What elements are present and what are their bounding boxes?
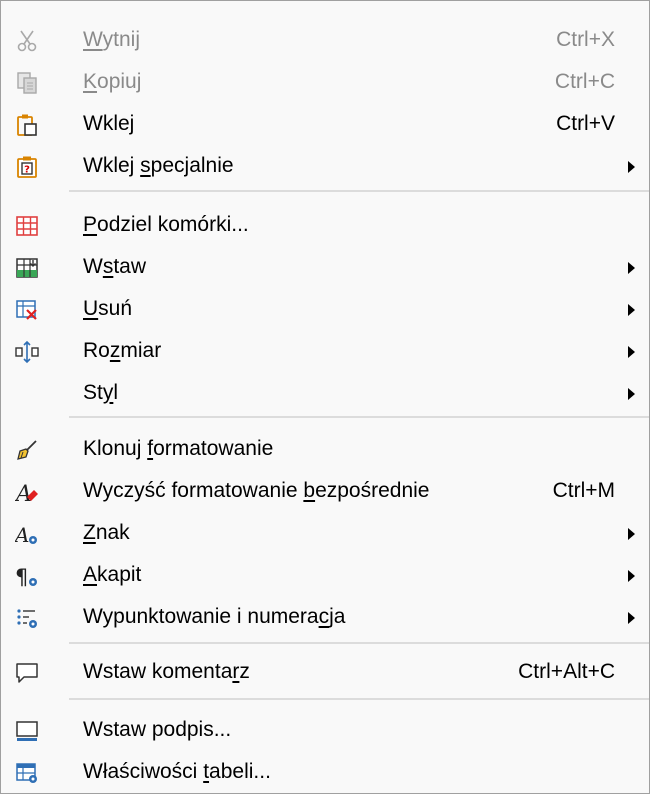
submenu-arrow-icon [628,161,635,173]
menu-item-table-properties[interactable]: Właściwości tabeli... [1,751,649,793]
menu-item-bullets-numbering[interactable]: Wypunktowanie i numeracja [1,596,649,638]
submenu-arrow-icon [628,528,635,540]
menu-item-insert[interactable]: Wstaw [1,246,649,288]
shortcut-text: Ctrl+Alt+C [518,660,615,683]
menu-item-label: Akapit [83,563,142,586]
menu-item-label: Kopiuj [83,70,142,93]
menu-item-cut[interactable]: Wytnij Ctrl+X [1,19,649,61]
menu-item-label: Rozmiar [83,339,162,362]
menu-item-clear-direct-formatting[interactable]: A Wyczyść formatowanie bezpośrednie Ctrl… [1,470,649,512]
svg-text:?: ? [24,165,30,176]
menu-item-label: Klonuj formatowanie [83,437,274,460]
menu-item-insert-comment[interactable]: Wstaw komentarz Ctrl+Alt+C [1,651,649,693]
svg-text:A: A [15,482,32,504]
comment-icon [16,663,38,683]
menu-item-size[interactable]: Rozmiar [1,330,649,372]
menu-item-label: Wyczyść formatowanie bezpośrednie [83,479,430,502]
menu-item-insert-caption[interactable]: Wstaw podpis... [1,709,649,751]
paintbrush-icon [17,440,37,460]
svg-text:A: A [15,523,29,546]
insert-table-icon [16,258,38,278]
menu-item-label: Wstaw podpis... [83,718,232,741]
menu-item-paste-special[interactable]: ? Wklej specjalnie [1,145,649,187]
table-properties-icon [16,763,37,783]
menu-item-delete[interactable]: Usuń [1,288,649,330]
menu-item-copy[interactable]: Kopiuj Ctrl+C [1,61,649,103]
shortcut-text: Ctrl+V [556,112,615,135]
menu-item-label: Wklej [83,112,135,135]
menu-item-label: Znak [83,521,130,544]
copy-icon [17,72,37,94]
submenu-arrow-icon [628,346,635,358]
caption-icon [16,721,38,741]
menu-item-label: Podziel komórki... [83,213,249,236]
menu-item-paragraph[interactable]: ¶ Akapit [1,554,649,596]
menu-item-clone-formatting[interactable]: Klonuj formatowanie [1,428,649,470]
shortcut-text: Ctrl+X [556,28,615,51]
menu-item-label: Wytnij [83,28,140,51]
paragraph-icon: ¶ [15,565,37,588]
shortcut-text: Ctrl+C [554,70,615,93]
menu-item-label: Wypunktowanie i numeracja [83,605,346,628]
submenu-arrow-icon [628,570,635,582]
split-cells-icon [16,216,38,236]
submenu-arrow-icon [628,262,635,274]
delete-table-icon [16,300,37,320]
menu-separator [69,190,649,192]
paste-special-icon: ? [17,156,37,178]
clear-formatting-icon: A [15,482,38,504]
submenu-arrow-icon [628,612,635,624]
menu-item-label: Wstaw [83,255,147,278]
menu-separator [69,416,649,418]
menu-separator [69,642,649,644]
paste-icon [17,114,37,136]
menu-item-paste[interactable]: Wklej Ctrl+V [1,103,649,145]
bullets-numbering-icon [17,609,37,628]
context-menu: Wytnij Ctrl+X Kopiuj Ctrl+C Wklej Ctrl+V… [0,0,650,794]
menu-item-label: Usuń [83,297,133,320]
menu-item-label: Wstaw komentarz [83,660,250,683]
resize-icon [15,340,39,364]
submenu-arrow-icon [628,304,635,316]
menu-item-label: Właściwości tabeli... [83,760,271,783]
scissors-icon [17,30,37,52]
svg-text:¶: ¶ [15,565,28,588]
menu-item-label: Wklej specjalnie [83,154,234,177]
menu-item-split-cells[interactable]: Podziel komórki... [1,204,649,246]
menu-item-label: Styl [83,381,119,404]
character-icon: A [15,523,37,546]
shortcut-text: Ctrl+M [552,479,615,502]
submenu-arrow-icon [628,388,635,400]
menu-item-character[interactable]: A Znak [1,512,649,554]
menu-separator [69,698,649,700]
menu-item-style[interactable]: Styl [1,372,649,414]
